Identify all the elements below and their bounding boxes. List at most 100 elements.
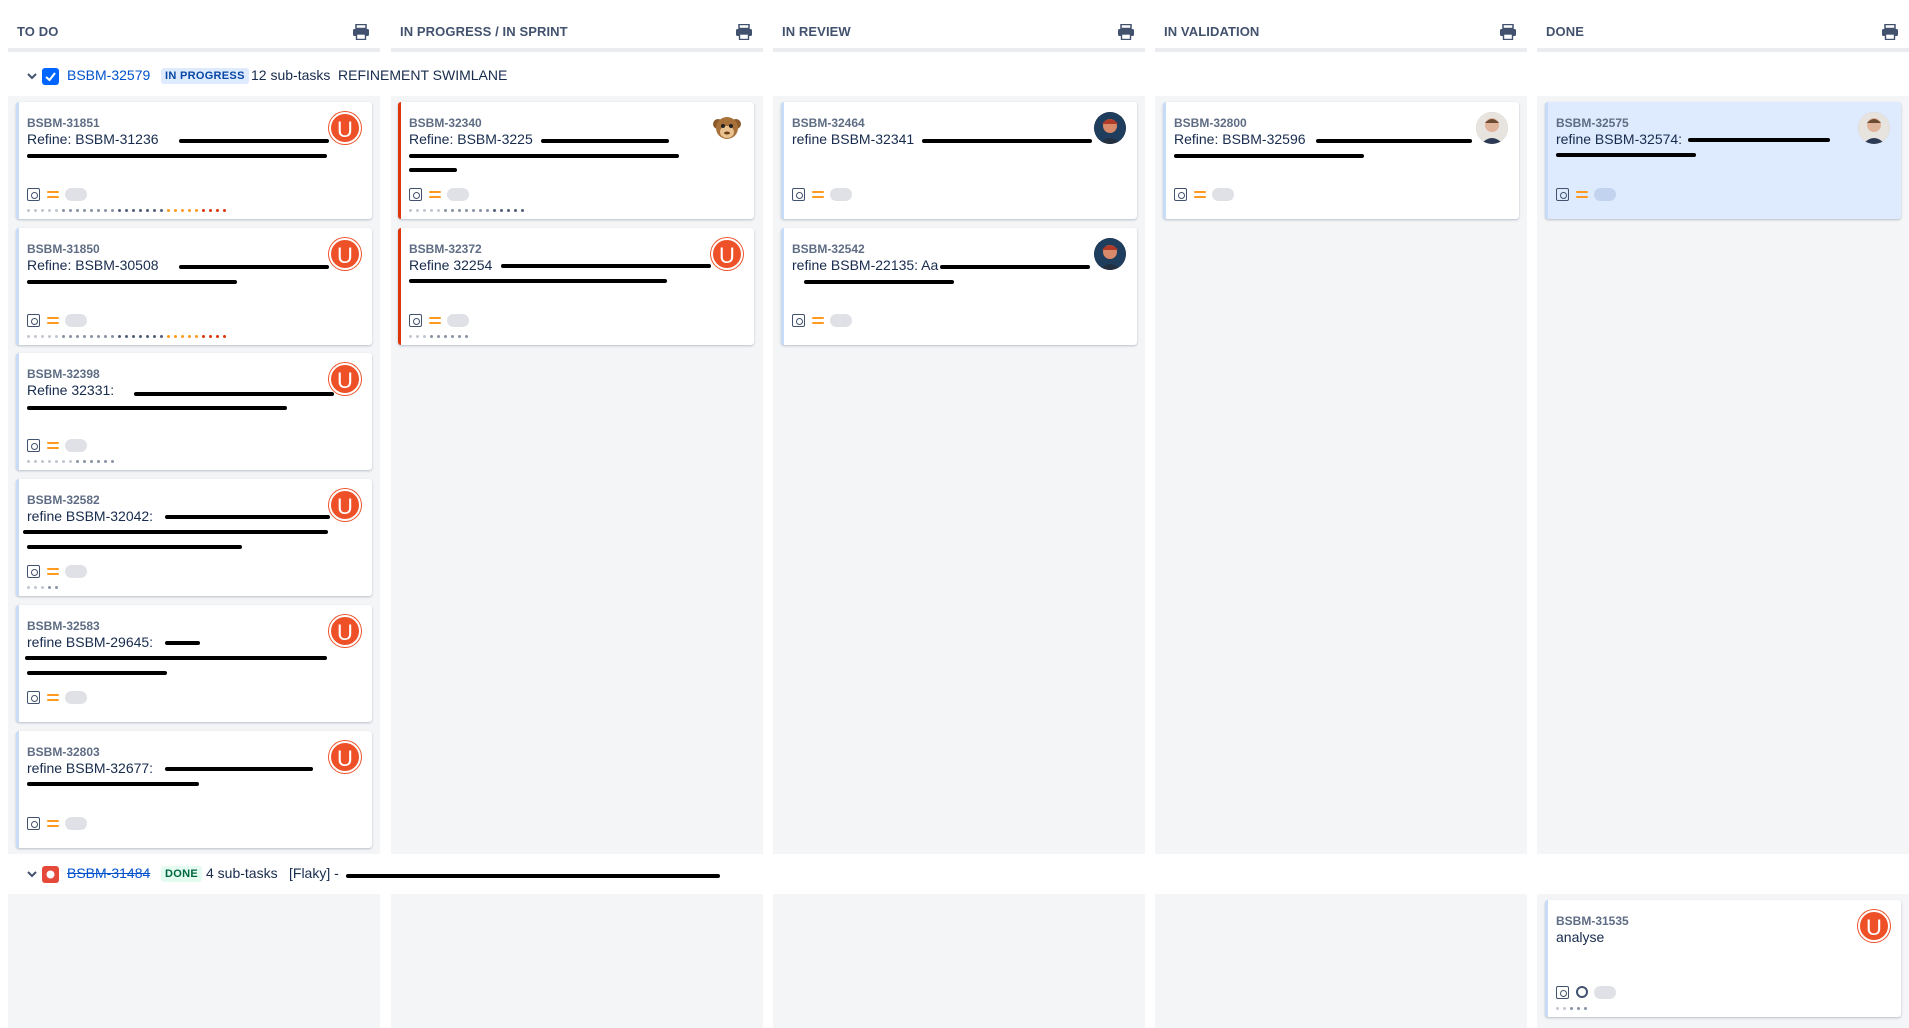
printer-icon[interactable] <box>1499 24 1517 40</box>
estimate-pill <box>830 188 852 201</box>
issue-key[interactable]: BSBM-31535 <box>1556 914 1629 928</box>
story-icon <box>1556 986 1569 999</box>
issue-key[interactable]: BSBM-32340 <box>409 116 482 130</box>
issue-card[interactable]: BSBM-32575 refine BSBM-32574: <box>1545 102 1901 219</box>
estimate-pill <box>65 439 87 452</box>
monkey-avatar-icon[interactable] <box>711 112 743 144</box>
estimate-pill <box>447 314 469 327</box>
story-icon <box>27 188 40 201</box>
priority-medium-icon <box>47 818 59 828</box>
estimate-pill <box>65 314 87 327</box>
assignee-avatar[interactable]: U <box>329 112 361 144</box>
printer-icon[interactable] <box>1881 24 1899 40</box>
user-photo-avatar-icon[interactable] <box>1858 112 1890 144</box>
priority-medium-icon <box>429 315 441 325</box>
issue-key[interactable]: BSBM-32398 <box>27 367 100 381</box>
assignee-avatar[interactable]: U <box>329 741 361 773</box>
issue-card[interactable]: BSBM-32372 Refine 32254 U <box>398 228 754 345</box>
column-header-todo: TO DO <box>8 4 380 52</box>
issue-card[interactable]: BSBM-31850 Refine: BSBM-30508 U <box>16 228 372 345</box>
issue-summary: analyse <box>1556 929 1605 945</box>
redaction-bar <box>27 280 237 284</box>
priority-medium-icon <box>47 189 59 199</box>
redaction-bar <box>940 265 1090 269</box>
assignee-avatar[interactable]: U <box>1858 910 1890 942</box>
issue-key[interactable]: BSBM-32542 <box>792 242 865 256</box>
assignee-avatar[interactable]: U <box>329 489 361 521</box>
assignee-avatar[interactable]: U <box>711 238 743 270</box>
redaction-bar <box>804 280 954 284</box>
issue-key[interactable]: BSBM-32800 <box>1174 116 1247 130</box>
issue-key[interactable]: BSBM-32583 <box>27 619 100 633</box>
estimate-pill <box>447 188 469 201</box>
issue-card[interactable]: BSBM-32398 Refine 32331: U <box>16 353 372 470</box>
redaction-bar <box>1316 139 1472 143</box>
priority-medium-icon <box>1576 189 1588 199</box>
story-icon <box>27 314 40 327</box>
column-header-in-progress: IN PROGRESS / IN SPRINT <box>391 4 763 52</box>
printer-icon[interactable] <box>1117 24 1135 40</box>
swimlane-key-link[interactable]: BSBM-32579 <box>67 67 150 83</box>
user-photo-avatar-icon[interactable] <box>1476 112 1508 144</box>
redaction-bar <box>409 154 679 158</box>
issue-card[interactable]: BSBM-32583 refine BSBM-29645: U <box>16 605 372 722</box>
redaction-bar <box>541 139 669 143</box>
swimlane-header[interactable]: BSBM-32579 IN PROGRESS 12 sub-tasks REFI… <box>0 58 1909 94</box>
chevron-down-icon[interactable] <box>26 70 38 82</box>
printer-icon[interactable] <box>735 24 753 40</box>
column-header-done: DONE <box>1537 4 1909 52</box>
issue-key[interactable]: BSBM-31851 <box>27 116 100 130</box>
assignee-avatar[interactable]: U <box>329 363 361 395</box>
priority-medium-icon <box>429 189 441 199</box>
issue-card[interactable]: BSBM-31851 Refine: BSBM-31236 U <box>16 102 372 219</box>
issue-key[interactable]: BSBM-31850 <box>27 242 100 256</box>
story-icon <box>409 314 422 327</box>
issue-card[interactable]: BSBM-31535 analyse U <box>1545 900 1901 1017</box>
column-title: TO DO <box>17 24 59 39</box>
user-photo-avatar-icon[interactable] <box>1094 238 1126 270</box>
issue-key[interactable]: BSBM-32464 <box>792 116 865 130</box>
estimate-pill <box>1594 986 1616 999</box>
swimlane-key-link[interactable]: BSBM-31484 <box>67 865 150 881</box>
subtask-progress-dots <box>409 335 468 339</box>
status-badge: IN PROGRESS <box>161 68 249 84</box>
column-headers: TO DO IN PROGRESS / IN SPRINT IN REVIEW … <box>0 0 1909 56</box>
story-icon <box>27 565 40 578</box>
story-icon <box>27 439 40 452</box>
redaction-bar <box>134 392 334 396</box>
priority-medium-icon <box>812 315 824 325</box>
printer-icon[interactable] <box>352 24 370 40</box>
checkbox-icon <box>42 68 59 85</box>
redaction-bar <box>165 515 330 519</box>
issue-card[interactable]: BSBM-32340 Refine: BSBM-3225 <box>398 102 754 219</box>
column-title: IN PROGRESS / IN SPRINT <box>400 24 568 39</box>
story-icon <box>409 188 422 201</box>
redaction-bar <box>409 279 667 283</box>
issue-card[interactable]: BSBM-32803 refine BSBM-32677: U <box>16 731 372 848</box>
subtask-count: 12 sub-tasks <box>251 67 331 83</box>
estimate-pill <box>65 691 87 704</box>
assignee-avatar[interactable]: U <box>329 238 361 270</box>
issue-card[interactable]: BSBM-32582 refine BSBM-32042: U <box>16 479 372 596</box>
redaction-bar <box>25 656 327 660</box>
issue-key[interactable]: BSBM-32575 <box>1556 116 1629 130</box>
chevron-down-icon[interactable] <box>26 868 38 880</box>
issue-key[interactable]: BSBM-32582 <box>27 493 100 507</box>
redaction-bar <box>1688 138 1830 142</box>
user-photo-avatar-icon[interactable] <box>1094 112 1126 144</box>
redaction-bar <box>165 767 313 771</box>
swimlane-header[interactable]: BSBM-31484 DONE 4 sub-tasks [Flaky] - <box>0 856 1909 892</box>
bug-icon <box>42 866 59 883</box>
redaction-bar <box>165 641 200 645</box>
issue-key[interactable]: BSBM-32372 <box>409 242 482 256</box>
issue-card[interactable]: BSBM-32542 refine BSBM-22135: Aa <box>781 228 1137 345</box>
assignee-avatar[interactable]: U <box>329 615 361 647</box>
issue-card[interactable]: BSBM-32800 Refine: BSBM-32596 <box>1163 102 1519 219</box>
issue-key[interactable]: BSBM-32803 <box>27 745 100 759</box>
subtask-progress-dots <box>27 460 114 464</box>
subtask-progress-dots <box>27 586 58 590</box>
story-icon <box>792 188 805 201</box>
redaction-bar <box>27 406 287 410</box>
issue-card[interactable]: BSBM-32464 refine BSBM-32341 <box>781 102 1137 219</box>
column-in-review <box>773 894 1145 1028</box>
